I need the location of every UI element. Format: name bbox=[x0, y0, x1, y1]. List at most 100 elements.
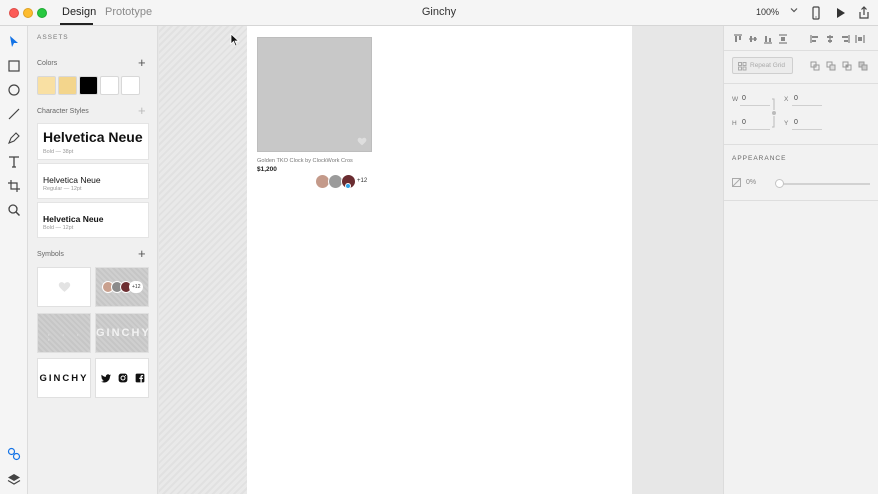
add-shape-icon[interactable] bbox=[810, 61, 820, 71]
divider bbox=[724, 83, 878, 84]
facebook-icon bbox=[135, 373, 145, 383]
assets-title: ASSETS bbox=[37, 34, 69, 41]
symbol-social-icons[interactable] bbox=[95, 358, 149, 398]
twitter-icon bbox=[101, 374, 111, 383]
color-swatch[interactable] bbox=[100, 76, 119, 95]
divider bbox=[724, 50, 878, 51]
x-field-underline bbox=[792, 105, 822, 106]
x-field[interactable]: 0 bbox=[794, 95, 798, 102]
product-title[interactable]: Golden TKO Clock by ClockWork Cros bbox=[257, 158, 353, 164]
subtract-shape-icon[interactable] bbox=[826, 61, 836, 71]
opacity-slider-track[interactable] bbox=[778, 183, 870, 185]
rectangle-icon[interactable] bbox=[6, 58, 22, 74]
symbol-heart[interactable] bbox=[37, 267, 91, 307]
artboard-icon[interactable] bbox=[6, 178, 22, 194]
divider bbox=[724, 144, 878, 145]
align-bottom-icon[interactable] bbox=[763, 34, 773, 44]
align-center-icon[interactable] bbox=[825, 34, 835, 44]
x-label: X bbox=[784, 96, 789, 103]
color-swatch[interactable] bbox=[121, 76, 140, 95]
opacity-field[interactable]: 0% bbox=[746, 179, 756, 186]
assets-icon[interactable] bbox=[6, 446, 22, 462]
y-field-underline bbox=[792, 129, 822, 130]
color-swatch[interactable] bbox=[58, 76, 77, 95]
select-icon[interactable] bbox=[6, 34, 22, 50]
add-symbol-button[interactable]: + bbox=[138, 247, 146, 260]
logo-text: GINCHY bbox=[96, 327, 151, 339]
title-bar: Design Prototype Ginchy 100% bbox=[0, 0, 878, 26]
exclude-shape-icon[interactable] bbox=[858, 61, 868, 71]
opacity-icon bbox=[732, 178, 741, 187]
character-style-item[interactable]: Helvetica Neue Regular — 12pt bbox=[37, 163, 149, 199]
symbol-logo-dark[interactable]: GINCHY bbox=[37, 358, 91, 398]
y-label: Y bbox=[784, 120, 789, 127]
heart-icon[interactable] bbox=[357, 137, 367, 146]
character-style-meta: Bold — 38pt bbox=[43, 149, 74, 155]
symbols-label: Symbols bbox=[37, 251, 64, 258]
status-dot bbox=[345, 183, 351, 189]
avatar-more-count: +12 bbox=[132, 284, 141, 290]
symbol-logo-light[interactable]: GINCHY bbox=[95, 313, 149, 353]
colors-label: Colors bbox=[37, 60, 58, 67]
height-label: H bbox=[732, 120, 737, 127]
heart-icon bbox=[58, 282, 71, 292]
pasteboard-stripes bbox=[159, 26, 247, 494]
character-style-item[interactable]: Helvetica Neue Bold — 12pt bbox=[37, 202, 149, 238]
symbol-dots: • • • • bbox=[48, 332, 85, 342]
align-right-icon[interactable] bbox=[840, 34, 850, 44]
repeat-grid-button[interactable]: Repeat Grid bbox=[732, 57, 793, 74]
pen-icon[interactable] bbox=[6, 130, 22, 146]
product-price[interactable]: $1,200 bbox=[257, 166, 277, 173]
lock-aspect-icon[interactable] bbox=[771, 98, 777, 128]
height-field-underline bbox=[740, 129, 770, 130]
character-style-meta: Bold — 12pt bbox=[43, 225, 74, 231]
width-field-underline bbox=[740, 105, 770, 106]
ellipse-icon[interactable] bbox=[6, 82, 22, 98]
repeat-grid-icon bbox=[738, 62, 747, 71]
zoom-level[interactable]: 100% bbox=[756, 7, 779, 17]
avatar-more-count[interactable]: +12 bbox=[357, 178, 367, 184]
layers-icon[interactable] bbox=[6, 472, 22, 488]
tool-bar bbox=[0, 26, 28, 494]
color-swatch[interactable] bbox=[37, 76, 56, 95]
mobile-preview-icon[interactable] bbox=[808, 5, 824, 21]
color-swatch[interactable] bbox=[79, 76, 98, 95]
width-label: W bbox=[732, 96, 739, 103]
zoom-icon[interactable] bbox=[6, 202, 22, 218]
character-style-item[interactable]: Helvetica Neue Bold — 38pt bbox=[37, 123, 149, 160]
character-style-name: Helvetica Neue bbox=[43, 214, 104, 224]
character-style-name: Helvetica Neue bbox=[43, 129, 143, 145]
assets-panel: ASSETS Colors + Character Styles + Helve… bbox=[28, 26, 158, 494]
mouse-cursor-icon bbox=[230, 33, 240, 47]
symbol-avatars[interactable]: +12 bbox=[95, 267, 149, 307]
character-style-name: Helvetica Neue bbox=[43, 175, 101, 185]
align-left-icon[interactable] bbox=[810, 34, 820, 44]
opacity-slider-thumb[interactable] bbox=[775, 179, 784, 188]
product-image-placeholder[interactable] bbox=[257, 37, 372, 152]
y-field[interactable]: 0 bbox=[794, 119, 798, 126]
chevron-down-icon[interactable] bbox=[790, 6, 798, 14]
intersect-shape-icon[interactable] bbox=[842, 61, 852, 71]
text-icon[interactable] bbox=[6, 154, 22, 170]
share-icon[interactable] bbox=[856, 5, 872, 21]
height-field[interactable]: 0 bbox=[742, 119, 746, 126]
repeat-grid-label: Repeat Grid bbox=[750, 62, 786, 69]
instagram-icon bbox=[118, 373, 128, 383]
line-icon[interactable] bbox=[6, 106, 22, 122]
active-tab-indicator bbox=[60, 23, 93, 25]
align-top-icon[interactable] bbox=[733, 34, 743, 44]
distribute-vertical-icon[interactable] bbox=[778, 34, 788, 44]
character-styles-label: Character Styles bbox=[37, 108, 89, 115]
width-field[interactable]: 0 bbox=[742, 95, 746, 102]
align-middle-icon[interactable] bbox=[748, 34, 758, 44]
avatar-more-badge: +12 bbox=[129, 281, 143, 293]
play-icon[interactable] bbox=[832, 5, 848, 21]
add-character-style-button[interactable]: + bbox=[138, 104, 146, 117]
symbol-pattern[interactable]: • • • • bbox=[37, 313, 91, 353]
properties-panel: Repeat Grid W 0 X 0 H 0 Y 0 APPEARANCE 0… bbox=[723, 26, 878, 494]
logo-text: GINCHY bbox=[39, 373, 89, 384]
distribute-horizontal-icon[interactable] bbox=[855, 34, 865, 44]
add-color-button[interactable]: + bbox=[138, 56, 146, 69]
appearance-title: APPEARANCE bbox=[732, 155, 787, 162]
divider bbox=[724, 200, 878, 201]
